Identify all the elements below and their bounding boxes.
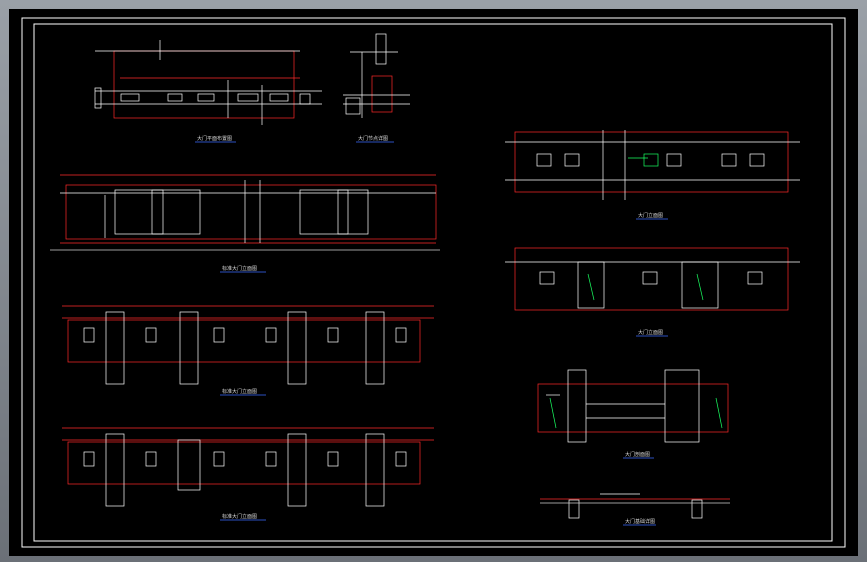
detail-view-top (343, 33, 410, 118)
svg-text:大门立面图: 大门立面图 (638, 212, 663, 219)
caption-plan-top: 大门平面布置图 (195, 135, 236, 143)
cad-drawing-canvas: 大门平面布置图 大门节点详图 标准大门立面图 标准大门立面图 标准大门立面图 大… (21, 17, 846, 548)
svg-text:大门基础详图: 大门基础详图 (625, 518, 655, 525)
right-section (537, 369, 729, 443)
caption-right-elevation-1: 大门立面图 (636, 212, 668, 220)
viewport-frame: 大门平面布置图 大门节点详图 标准大门立面图 标准大门立面图 标准大门立面图 大… (0, 0, 867, 562)
caption-right-section: 大门剖面图 (623, 451, 654, 459)
svg-text:大门立面图: 大门立面图 (638, 329, 663, 336)
right-detail (540, 493, 730, 519)
svg-text:大门节点详图: 大门节点详图 (358, 135, 388, 142)
elevation-a (50, 174, 440, 251)
caption-elevation-b: 标准大门立面图 (220, 388, 266, 396)
caption-text: 大门平面布置图 (197, 135, 232, 142)
inner-border (33, 23, 833, 542)
svg-text:标准大门立面图: 标准大门立面图 (222, 513, 257, 520)
caption-detail-top: 大门节点详图 (356, 135, 394, 143)
right-elevation-1 (505, 130, 800, 200)
elevation-c (62, 427, 434, 507)
outer-border (21, 17, 846, 548)
svg-text:标准大门立面图: 标准大门立面图 (222, 265, 257, 272)
svg-text:标准大门立面图: 标准大门立面图 (222, 388, 257, 395)
caption-right-elevation-2: 大门立面图 (636, 329, 668, 337)
plan-view-top (94, 40, 322, 125)
caption-elevation-c: 标准大门立面图 (220, 513, 266, 521)
right-elevation-2 (505, 247, 800, 311)
caption-right-detail: 大门基础详图 (623, 518, 656, 526)
svg-text:大门剖面图: 大门剖面图 (625, 451, 650, 458)
elevation-b (62, 305, 434, 385)
drawing-sheet[interactable]: 大门平面布置图 大门节点详图 标准大门立面图 标准大门立面图 标准大门立面图 大… (9, 9, 858, 556)
caption-elevation-a: 标准大门立面图 (220, 265, 266, 273)
